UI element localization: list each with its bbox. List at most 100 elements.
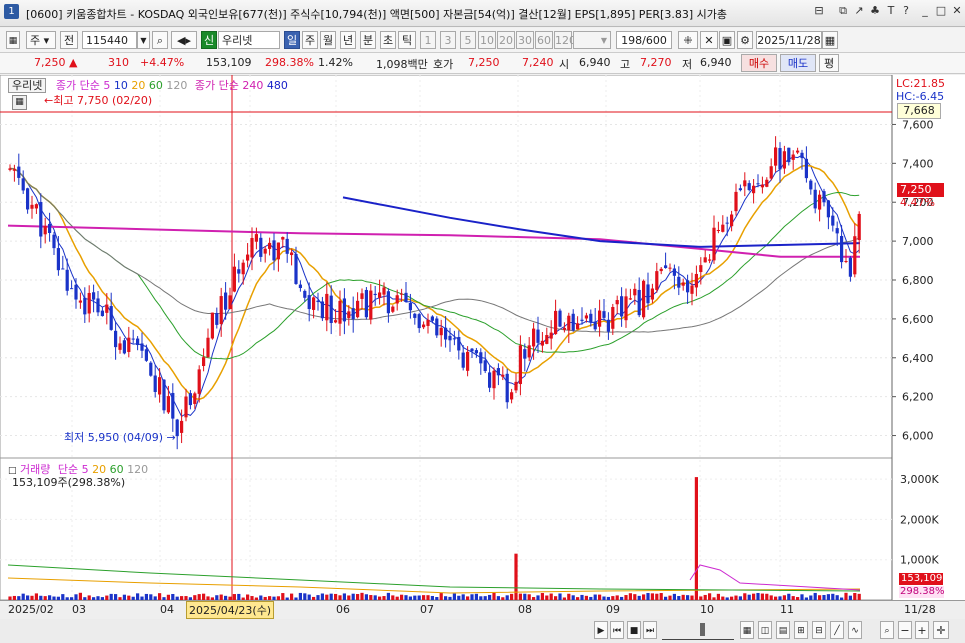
interval-30-button[interactable]: 30 [516,31,534,49]
zoom-in-icon[interactable]: + [915,621,929,639]
market-badge: 신 [201,31,217,49]
candle-body [430,316,434,321]
magnifier-icon[interactable]: ⌕ [880,621,894,639]
candle-body [496,368,500,376]
window-list-icon[interactable]: ⊟ [812,4,826,18]
x-tick-sep: 09 [606,603,620,616]
chart-canvas[interactable]: 7,6007,4007,2007,0006,8006,6006,4006,200… [0,75,965,600]
interval-3-button[interactable]: 3 [440,31,456,49]
period-week-button[interactable]: 주 [302,31,318,49]
minimize-icon[interactable]: _ [918,4,932,18]
font-icon[interactable]: T [884,4,898,18]
interval-10-button[interactable]: 10 [478,31,496,49]
zoom-out-icon[interactable]: − [898,621,912,639]
candle-body [74,284,78,300]
stop-icon[interactable]: ■ [627,621,641,639]
sell-button[interactable]: 매도 [780,54,816,72]
candle-body [338,300,342,324]
reset-view-icon[interactable]: ✛ [933,621,949,639]
candle-body [272,240,276,261]
stock-code-input[interactable]: 115440 [82,31,137,49]
candle-body [281,237,285,240]
popout-icon[interactable]: ↗ [852,4,866,18]
date-field[interactable]: 2025/11/28 [756,31,822,49]
zoom-slider-thumb[interactable] [700,623,705,636]
candle-body [356,300,360,318]
period-tick-button[interactable]: 틱 [398,31,416,49]
candle-body [826,200,830,218]
period-second-button[interactable]: 초 [380,31,396,49]
interval-120-button[interactable]: 120 [554,31,576,49]
candle-body [584,315,588,319]
high-price: 7,270 [640,56,672,69]
volume-bar [844,592,848,600]
legend-ma2-label[interactable]: 종가 단순 [195,79,239,92]
volume-bar [78,592,82,600]
volume-ratio: 298.38% [265,56,314,69]
candle-body [536,329,540,343]
eval-button[interactable]: 평 [819,54,839,72]
legend-ma-label[interactable]: 종가 단순 [56,79,100,92]
volume-bar [342,593,346,600]
open-label: 시 [559,58,570,71]
settings-icon[interactable]: ⚙ [737,31,753,49]
period-day-button[interactable]: 일 [284,31,300,49]
interval-5-button[interactable]: 5 [460,31,476,49]
buy-button[interactable]: 매수 [741,54,777,72]
close-icon[interactable]: ✕ [950,4,964,18]
candle-body [224,292,228,310]
maximize-icon[interactable]: □ [934,4,948,18]
period-year-button[interactable]: 년 [340,31,356,49]
candle-body [527,345,531,358]
crosshair-icon[interactable]: ✕ [700,31,718,49]
candle-body [369,290,373,320]
price-tick-label: 6,200 [902,391,934,404]
interval-dropdown[interactable]: ▼ [573,31,611,49]
data-count-input[interactable]: 198/600 [616,31,672,49]
play-forward-icon[interactable]: ⏭ [643,621,657,639]
candle-body [312,297,316,310]
period-month-button[interactable]: 월 [320,31,336,49]
wave-tool-icon[interactable]: ∿ [848,621,862,639]
scroll-left-icon[interactable]: ▶ [594,621,608,639]
chart-list-icon[interactable]: ▦ [6,31,20,49]
indicator-icon[interactable]: ⁜ [678,31,698,49]
candle-body [206,337,210,358]
candle-body [360,293,364,299]
compare-icon[interactable]: ⊞ [794,621,808,639]
candle-body [756,183,760,185]
search-icon[interactable]: ⌕ [152,31,168,49]
calendar-icon[interactable]: ▦ [822,31,838,49]
candle-body [681,282,685,286]
overlay-icon[interactable]: ▤ [776,621,790,639]
play-back-icon[interactable]: ⏮ [610,621,624,639]
sound-icon[interactable]: ◀▸ [171,31,197,49]
legend-stock-name[interactable]: 우리넷 [8,78,47,93]
help-icon[interactable]: ? [899,4,913,18]
line-tool-icon[interactable]: ╱ [830,621,844,639]
copy-icon[interactable]: ⧉ [836,4,850,18]
zoom-slider[interactable] [662,621,734,640]
period-minute-button[interactable]: 분 [360,31,376,49]
prev-button[interactable]: 전 [60,31,78,49]
save-icon[interactable]: ▣ [719,31,735,49]
candle-body [606,319,610,332]
candle-body [439,327,443,336]
period-type-select[interactable]: 주 ▾ [26,31,56,49]
interval-20-button[interactable]: 20 [497,31,515,49]
candle-body [43,226,47,235]
grid-toggle-icon[interactable]: ⊟ [812,621,826,639]
table-icon[interactable]: ▦ [12,95,27,110]
candle-body [840,235,844,263]
candle-body [215,312,219,325]
split-icon[interactable]: ◫ [758,621,772,639]
trade-amount: 1,098백만 [376,58,428,71]
code-dropdown-icon[interactable]: ▼ [137,31,150,49]
chart-area[interactable]: 7,600 7,400 7,200 7,000 6,800 6,600 6,400 6,200… [0,75,965,600]
chart-type-icon[interactable]: ▦ [740,621,754,639]
candle-body [268,242,272,249]
candle-body [404,292,408,302]
group-icon[interactable]: ♣ [868,4,882,18]
interval-1-button[interactable]: 1 [420,31,436,49]
interval-60-button[interactable]: 60 [535,31,553,49]
